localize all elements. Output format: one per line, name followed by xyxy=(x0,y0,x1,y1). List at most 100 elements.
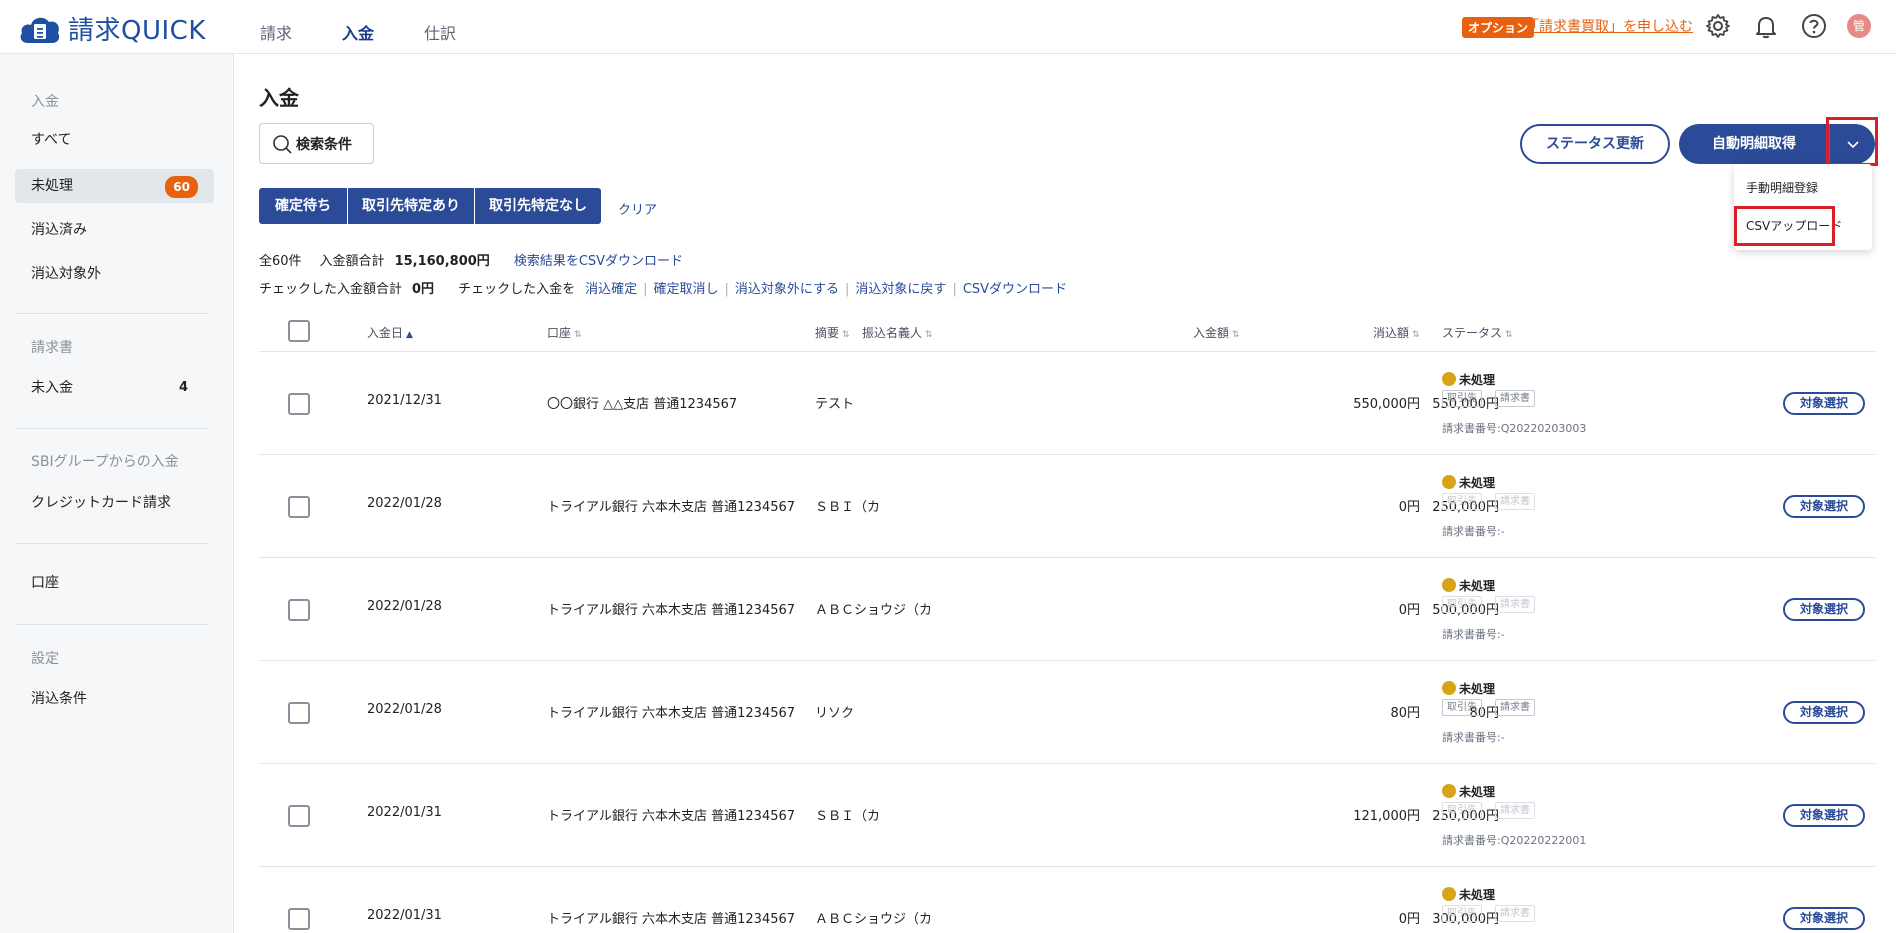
invoice-factoring-link[interactable]: 「請求書買取」を申し込む xyxy=(1525,16,1693,36)
highlight-box xyxy=(1826,117,1878,166)
table-row[interactable]: 2022/01/31 トライアル銀行 六本木支店 普通1234567 ＡＢＣショ… xyxy=(259,867,1875,933)
checked-total-value: 0円 xyxy=(412,282,435,297)
table-row[interactable]: 2022/01/28 トライアル銀行 六本木支店 普通1234567 ＡＢＣショ… xyxy=(259,558,1875,661)
sidebar-item-all[interactable]: すべて xyxy=(15,123,214,157)
sidebar-item-label: 口座 xyxy=(31,575,59,591)
col-memo[interactable]: 摘要 ⇅ xyxy=(815,324,850,341)
select-target-button[interactable]: 対象選択 xyxy=(1783,907,1865,930)
user-avatar[interactable]: 管 xyxy=(1847,14,1871,38)
cell-account: トライアル銀行 六本木支店 普通1234567 xyxy=(547,500,796,515)
sidebar-item-match-rules[interactable]: 消込条件 xyxy=(15,682,214,716)
row-checkbox[interactable] xyxy=(288,599,310,621)
csv-download-results-link[interactable]: 検索結果をCSVダウンロード xyxy=(514,250,683,269)
checked-action-label: チェックした入金を xyxy=(458,282,576,297)
checked-total-label: チェックした入金額合計 xyxy=(259,282,403,297)
cell-memo: テスト xyxy=(815,397,855,412)
row-checkbox[interactable] xyxy=(288,393,310,415)
sidebar-item-unprocessed[interactable]: 未処理 60 xyxy=(15,169,214,203)
status-label: 未処理 xyxy=(1459,682,1496,696)
sidebar-item-credit-card[interactable]: クレジットカード請求 xyxy=(15,486,214,520)
status-label: 未処理 xyxy=(1459,476,1496,490)
action-cancel-link[interactable]: 確定取消し xyxy=(653,278,718,297)
select-target-button[interactable]: 対象選択 xyxy=(1783,495,1865,518)
col-amount[interactable]: 入金額 ⇅ xyxy=(1193,324,1240,341)
sort-icon: ⇅ xyxy=(1232,330,1240,340)
row-checkbox[interactable] xyxy=(288,908,310,930)
invoice-chip: 請求書 xyxy=(1495,905,1535,922)
action-restore-link[interactable]: 消込対象に戻す xyxy=(855,278,946,297)
select-target-button[interactable]: 対象選択 xyxy=(1783,392,1865,415)
action-exclude-link[interactable]: 消込対象外にする xyxy=(735,278,839,297)
partner-chip: 取引先 xyxy=(1442,905,1482,922)
action-csv-download-link[interactable]: CSVダウンロード xyxy=(963,278,1067,297)
cell-date: 2022/01/31 xyxy=(367,908,442,923)
sidebar-item-label: 未処理 xyxy=(31,178,73,194)
menu-item-manual-entry[interactable]: 手動明細登録 xyxy=(1746,179,1818,196)
invoice-chip: 請求書 xyxy=(1495,802,1535,819)
auto-fetch-button[interactable]: 自動明細取得 xyxy=(1679,124,1829,164)
col-applied[interactable]: 消込額 ⇅ xyxy=(1373,324,1420,341)
count-badge: 60 xyxy=(165,176,198,198)
filter-partner-unidentified[interactable]: 取引先特定なし xyxy=(475,188,601,224)
col-memo-label: 摘要 xyxy=(815,326,840,340)
sidebar-item-reconciled[interactable]: 消込済み xyxy=(15,213,214,247)
sort-icon: ⇅ xyxy=(925,330,933,340)
sidebar: 入金 すべて 未処理 60 消込済み 消込対象外 請求書 未入金 4 SBIグル… xyxy=(0,54,234,933)
separator: | xyxy=(724,282,729,297)
invoice-number: 請求書番号:- xyxy=(1442,628,1505,641)
nav-billing[interactable]: 請求 xyxy=(260,0,292,54)
col-payer-label: 振込名義人 xyxy=(862,326,923,340)
amount-total-value: 15,160,800円 xyxy=(394,254,490,269)
bell-icon[interactable] xyxy=(1752,12,1780,40)
help-icon[interactable] xyxy=(1800,12,1828,40)
cloud-document-icon xyxy=(18,11,62,47)
amount-total-label: 入金額合計 xyxy=(319,254,385,269)
sidebar-section-invoices: 請求書 xyxy=(31,340,73,356)
row-checkbox[interactable] xyxy=(288,702,310,724)
filter-partner-identified[interactable]: 取引先特定あり xyxy=(348,188,474,224)
status-label: 未処理 xyxy=(1459,579,1496,593)
clear-filters-link[interactable]: クリア xyxy=(618,199,657,218)
row-checkbox[interactable] xyxy=(288,496,310,518)
app-logo[interactable]: 請求QUICK xyxy=(18,10,206,47)
col-status[interactable]: ステータス ⇅ xyxy=(1442,324,1513,341)
nav-journal[interactable]: 仕訳 xyxy=(424,0,456,54)
gear-icon[interactable] xyxy=(1704,12,1732,40)
table-row[interactable]: 2022/01/31 トライアル銀行 六本木支店 普通1234567 ＳＢＩ（カ… xyxy=(259,764,1875,867)
select-target-button[interactable]: 対象選択 xyxy=(1783,701,1865,724)
sidebar-divider xyxy=(15,624,209,625)
action-confirm-link[interactable]: 消込確定 xyxy=(585,278,637,297)
status-dot-icon xyxy=(1442,887,1456,901)
col-applied-label: 消込額 xyxy=(1373,326,1410,340)
sidebar-item-accounts[interactable]: 口座 xyxy=(15,566,214,600)
count-label: 4 xyxy=(178,380,188,395)
invoice-chip: 請求書 xyxy=(1495,493,1535,510)
col-account[interactable]: 口座 ⇅ xyxy=(547,324,582,341)
sidebar-item-label: 消込条件 xyxy=(31,691,87,707)
table-row[interactable]: 2021/12/31 〇〇銀行 △△支店 普通1234567 テスト 550,0… xyxy=(259,352,1875,455)
status-dot-icon xyxy=(1442,372,1456,386)
cell-applied: 80円 xyxy=(1390,706,1420,721)
invoice-number: 請求書番号:- xyxy=(1442,731,1505,744)
col-date[interactable]: 入金日 ▲ xyxy=(367,324,413,341)
invoice-number: 請求書番号:Q20220203003 xyxy=(1442,422,1587,435)
col-payer[interactable]: 振込名義人 ⇅ xyxy=(862,324,933,341)
sort-icon: ⇅ xyxy=(574,330,582,340)
nav-payments[interactable]: 入金 xyxy=(342,0,374,54)
select-target-button[interactable]: 対象選択 xyxy=(1783,804,1865,827)
filter-pending-confirmation[interactable]: 確定待ち xyxy=(259,188,347,224)
select-target-button[interactable]: 対象選択 xyxy=(1783,598,1865,621)
cell-applied: 0円 xyxy=(1398,603,1420,618)
search-conditions-button[interactable]: 検索条件 xyxy=(259,123,374,164)
partner-chip: 取引先 xyxy=(1442,596,1482,613)
table-row[interactable]: 2022/01/28 トライアル銀行 六本木支店 普通1234567 リソク 8… xyxy=(259,661,1875,764)
status-update-button[interactable]: ステータス更新 xyxy=(1520,124,1670,164)
sidebar-item-unpaid[interactable]: 未入金 4 xyxy=(15,371,214,405)
row-checkbox[interactable] xyxy=(288,805,310,827)
status-dot-icon xyxy=(1442,784,1456,798)
select-all-checkbox[interactable] xyxy=(288,320,310,342)
sidebar-item-excluded[interactable]: 消込対象外 xyxy=(15,257,214,291)
cell-memo: ＳＢＩ（カ xyxy=(815,809,881,824)
table-row[interactable]: 2022/01/28 トライアル銀行 六本木支店 普通1234567 ＳＢＩ（カ… xyxy=(259,455,1875,558)
invoice-number: 請求書番号:Q20220222001 xyxy=(1442,834,1587,847)
